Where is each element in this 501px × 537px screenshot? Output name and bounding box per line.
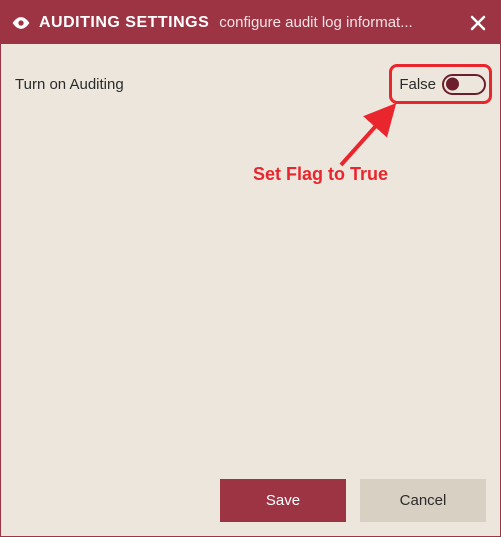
close-icon: [470, 15, 486, 31]
close-button[interactable]: [466, 11, 490, 35]
toggle-knob: [446, 78, 459, 91]
save-button[interactable]: Save: [220, 479, 346, 522]
dialog-content: Turn on Auditing False: [1, 44, 500, 467]
eye-icon: [11, 13, 31, 33]
auditing-label: Turn on Auditing: [15, 76, 124, 93]
auditing-state-text: False: [399, 76, 436, 93]
dialog-titlebar: AUDITING SETTINGS configure audit log in…: [1, 1, 500, 44]
dialog-title: AUDITING SETTINGS: [39, 14, 209, 32]
auditing-toggle-group: False: [399, 74, 486, 95]
dialog-subtitle: configure audit log informat...: [219, 14, 454, 31]
dialog-button-bar: Save Cancel: [1, 467, 500, 536]
auditing-toggle-row: Turn on Auditing False: [15, 66, 486, 102]
cancel-button[interactable]: Cancel: [360, 479, 486, 522]
auditing-settings-dialog: AUDITING SETTINGS configure audit log in…: [0, 0, 501, 537]
auditing-toggle[interactable]: [442, 74, 486, 95]
